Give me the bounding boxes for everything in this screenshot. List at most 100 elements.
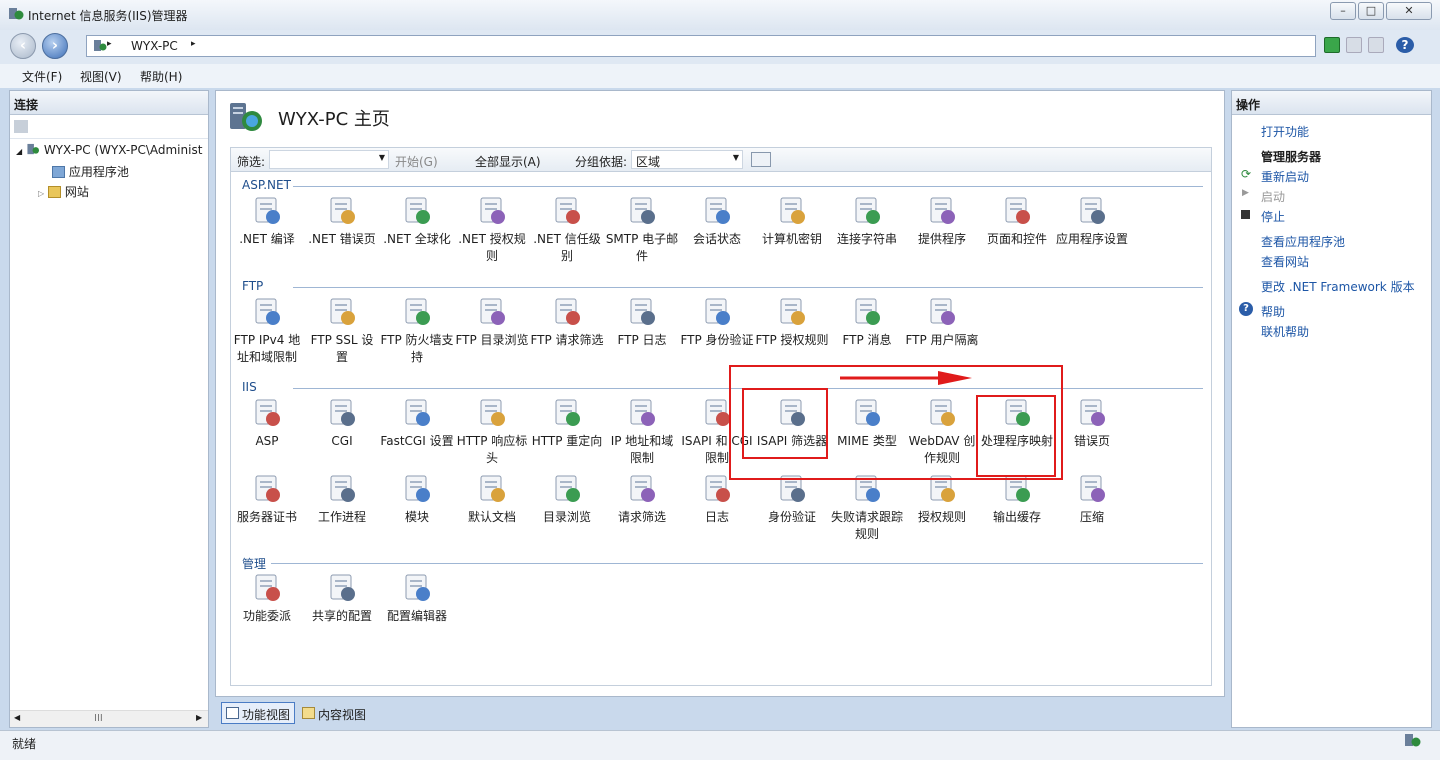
feature-item[interactable]: IP 地址和域限制 — [605, 397, 679, 467]
actions-pane: 操作 打开功能 管理服务器 ⟳ 重新启动 ▶ 启动 停止 查看应用程序池 查看网… — [1231, 90, 1432, 728]
scroll-right-icon[interactable]: ▶ — [196, 713, 202, 722]
menu-help[interactable]: 帮助(H) — [140, 68, 182, 85]
view-sites-link[interactable]: 查看网站 — [1261, 253, 1309, 270]
feature-item[interactable]: FTP 目录浏览 — [455, 296, 529, 349]
feature-item[interactable]: 连接字符串 — [830, 195, 904, 248]
feature-item[interactable]: FTP 请求筛选 — [530, 296, 604, 349]
dropdown-icon[interactable]: ▼ — [379, 153, 385, 162]
feature-item[interactable]: SMTP 电子邮件 — [605, 195, 679, 265]
stop-link[interactable]: 停止 — [1261, 208, 1285, 225]
feature-item[interactable]: .NET 授权规则 — [455, 195, 529, 265]
feature-item[interactable]: 共享的配置 — [305, 572, 379, 625]
address-bar[interactable]: ▸ WYX-PC ▸ — [86, 35, 1316, 57]
feature-item[interactable]: FTP 用户隔离 — [905, 296, 979, 349]
breadcrumb-arrow-icon[interactable]: ▸ — [191, 39, 196, 49]
tree-item-sites[interactable]: ▷ 网站 — [38, 183, 89, 200]
scroll-thumb[interactable]: III — [94, 713, 103, 724]
feature-item[interactable]: CGI — [305, 397, 379, 450]
feature-item[interactable]: FTP 消息 — [830, 296, 904, 349]
feature-icon — [326, 195, 358, 227]
start-filter-button[interactable]: 开始(G) — [395, 153, 438, 170]
app-pool-icon — [52, 166, 65, 178]
forward-button[interactable]: › — [42, 33, 68, 59]
tree-item-label: 应用程序池 — [68, 165, 129, 179]
feature-icon — [326, 473, 358, 505]
feature-label: 应用程序设置 — [1055, 232, 1128, 246]
feature-item[interactable]: 目录浏览 — [530, 473, 604, 526]
connections-toolbar — [10, 115, 208, 139]
feature-item[interactable]: FTP 日志 — [605, 296, 679, 349]
feature-item[interactable]: .NET 错误页 — [305, 195, 379, 248]
feature-label: FTP 请求筛选 — [530, 333, 604, 347]
filter-input[interactable]: ▼ — [269, 150, 389, 169]
navigation-bar: ‹ › ▸ WYX-PC ▸ ? — [0, 30, 1440, 64]
feature-item[interactable]: FTP IPv4 地址和域限制 — [230, 296, 304, 366]
feature-item[interactable]: 服务器证书 — [230, 473, 304, 526]
features-view-tab[interactable]: 功能视图 — [221, 702, 296, 724]
feature-label: 会话状态 — [692, 232, 741, 246]
feature-item[interactable]: .NET 编译 — [230, 195, 304, 248]
feature-item[interactable]: FTP 身份验证 — [680, 296, 754, 349]
feature-icon — [1076, 397, 1108, 429]
feature-item[interactable]: 失败请求跟踪规则 — [830, 473, 904, 543]
feature-item[interactable]: 会话状态 — [680, 195, 754, 248]
view-app-pools-link[interactable]: 查看应用程序池 — [1261, 233, 1345, 250]
feature-label: 错误页 — [1073, 434, 1110, 448]
menu-view[interactable]: 视图(V) — [80, 68, 122, 85]
feature-item[interactable]: 错误页 — [1055, 397, 1129, 450]
expand-icon[interactable]: ▷ — [38, 189, 44, 198]
tree-root[interactable]: ◢ WYX-PC (WYX-PC\Administ — [16, 143, 202, 157]
change-net-version-link[interactable]: 更改 .NET Framework 版本 — [1261, 278, 1415, 295]
feature-item[interactable]: HTTP 响应标头 — [455, 397, 529, 467]
feature-item[interactable]: 压缩 — [1055, 473, 1129, 526]
online-help-link[interactable]: 联机帮助 — [1261, 323, 1309, 340]
dropdown-icon[interactable]: ▼ — [733, 153, 739, 162]
feature-item[interactable]: 模块 — [380, 473, 454, 526]
horizontal-scrollbar[interactable]: ◀ III ▶ — [10, 710, 208, 727]
feature-item[interactable]: .NET 信任级别 — [530, 195, 604, 265]
feature-item[interactable]: 页面和控件 — [980, 195, 1054, 248]
refresh-icon[interactable] — [1324, 37, 1340, 53]
feature-item[interactable]: ASP — [230, 397, 304, 450]
content-view-tab[interactable]: 内容视图 — [297, 702, 371, 724]
feature-item[interactable]: 授权规则 — [905, 473, 979, 526]
feature-item[interactable]: 默认文档 — [455, 473, 529, 526]
connect-icon[interactable] — [14, 120, 28, 133]
back-button[interactable]: ‹ — [10, 33, 36, 59]
feature-item[interactable]: 输出缓存 — [980, 473, 1054, 526]
feature-item[interactable]: 功能委派 — [230, 572, 304, 625]
help-link[interactable]: 帮助 — [1261, 303, 1285, 320]
tree-item-app-pools[interactable]: 应用程序池 — [52, 163, 129, 180]
close-button[interactable]: ✕ — [1386, 2, 1432, 20]
feature-item[interactable]: HTTP 重定向 — [530, 397, 604, 450]
feature-item[interactable]: 身份验证 — [755, 473, 829, 526]
maximize-button[interactable]: □ — [1358, 2, 1384, 20]
stop-icon — [1241, 210, 1250, 219]
help-icon[interactable]: ? — [1396, 37, 1414, 53]
scroll-left-icon[interactable]: ◀ — [14, 713, 20, 722]
show-all-button[interactable]: 全部显示(A) — [475, 153, 541, 170]
feature-item[interactable]: .NET 全球化 — [380, 195, 454, 248]
feature-item[interactable]: 应用程序设置 — [1055, 195, 1129, 248]
feature-item[interactable]: 配置编辑器 — [380, 572, 454, 625]
restart-link[interactable]: 重新启动 — [1261, 168, 1309, 185]
home-icon[interactable] — [1368, 37, 1384, 53]
feature-item[interactable]: 工作进程 — [305, 473, 379, 526]
feature-item[interactable]: 提供程序 — [905, 195, 979, 248]
minimize-button[interactable]: – — [1330, 2, 1356, 20]
menu-file[interactable]: 文件(F) — [22, 68, 62, 85]
feature-item[interactable]: FastCGI 设置 — [380, 397, 454, 450]
feature-icon — [476, 397, 508, 429]
feature-item[interactable]: 日志 — [680, 473, 754, 526]
feature-item[interactable]: 计算机密钥 — [755, 195, 829, 248]
breadcrumb-server[interactable]: WYX-PC — [131, 39, 178, 53]
view-mode-icon[interactable] — [751, 152, 771, 167]
feature-item[interactable]: FTP SSL 设置 — [305, 296, 379, 366]
collapse-icon[interactable]: ◢ — [16, 147, 22, 156]
feature-item[interactable]: 请求筛选 — [605, 473, 679, 526]
feature-item[interactable]: FTP 授权规则 — [755, 296, 829, 349]
stop-icon[interactable] — [1346, 37, 1362, 53]
feature-item[interactable]: FTP 防火墙支持 — [380, 296, 454, 366]
open-feature-link[interactable]: 打开功能 — [1261, 123, 1309, 140]
group-by-select[interactable]: 区域 ▼ — [631, 150, 743, 169]
